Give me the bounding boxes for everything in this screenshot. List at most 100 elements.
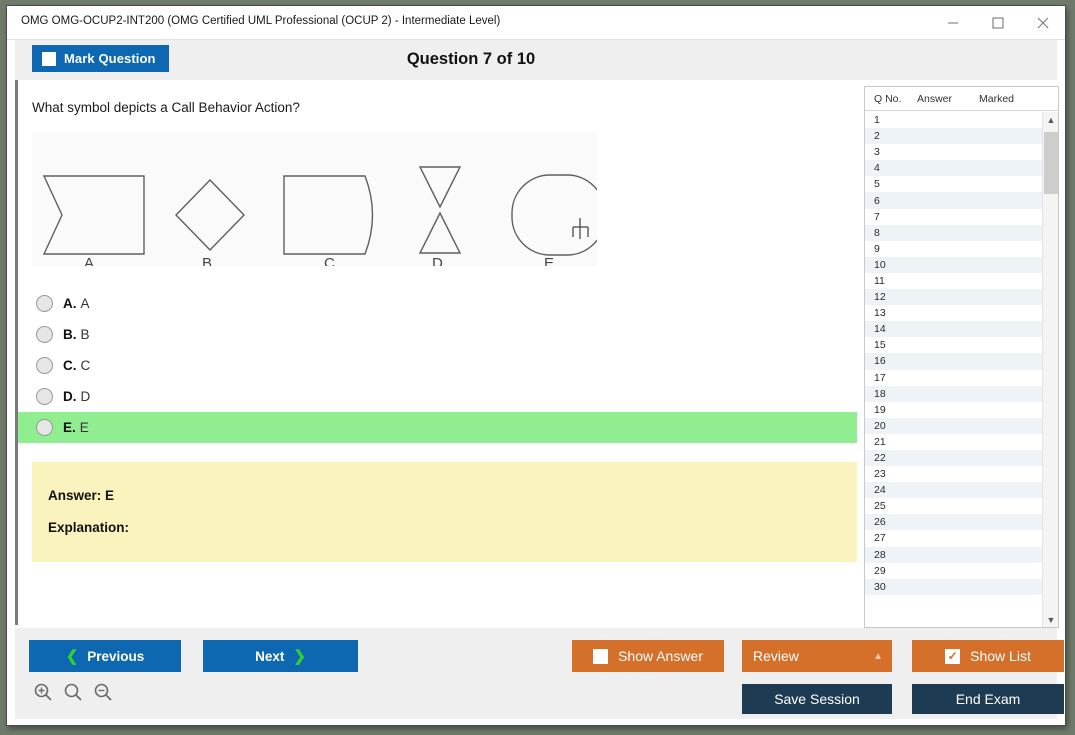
zoom-in-icon[interactable] bbox=[33, 682, 53, 702]
question-list-row[interactable]: 11 bbox=[865, 273, 1043, 289]
question-list-row[interactable]: 16 bbox=[865, 353, 1043, 369]
option-d-text: D bbox=[81, 389, 91, 404]
option-row-c[interactable]: C. C bbox=[18, 350, 857, 381]
radio-d-icon[interactable] bbox=[36, 388, 53, 405]
question-list-row[interactable]: 8 bbox=[865, 225, 1043, 241]
question-list-scrollbar[interactable]: ▲ ▼ bbox=[1042, 112, 1058, 628]
question-list-row-number: 28 bbox=[865, 549, 917, 561]
question-list-row-number: 8 bbox=[865, 227, 917, 239]
question-list-row[interactable]: 29 bbox=[865, 563, 1043, 579]
explanation-line: Explanation: bbox=[48, 520, 857, 535]
radio-b-icon[interactable] bbox=[36, 326, 53, 343]
close-button[interactable] bbox=[1020, 6, 1065, 39]
question-list-row[interactable]: 23 bbox=[865, 466, 1043, 482]
answer-options-list: A. A B. B C. C D. D E. E bbox=[18, 288, 857, 443]
question-list-row[interactable]: 14 bbox=[865, 321, 1043, 337]
radio-c-icon[interactable] bbox=[36, 357, 53, 374]
question-list-row[interactable]: 6 bbox=[865, 192, 1043, 208]
option-row-a[interactable]: A. A bbox=[18, 288, 857, 319]
question-list-row[interactable]: 12 bbox=[865, 289, 1043, 305]
scrollbar-thumb[interactable] bbox=[1044, 132, 1058, 194]
question-list-row[interactable]: 1 bbox=[865, 112, 1043, 128]
question-list-row[interactable]: 20 bbox=[865, 418, 1043, 434]
save-session-button[interactable]: Save Session bbox=[742, 684, 892, 714]
question-list-row[interactable]: 13 bbox=[865, 305, 1043, 321]
answer-line: Answer: E bbox=[48, 488, 857, 503]
option-c-text: C bbox=[81, 358, 91, 373]
question-list-row-number: 15 bbox=[865, 339, 917, 351]
exam-header-bar: Mark Question Question 7 of 10 bbox=[15, 40, 1057, 80]
question-list-row-number: 12 bbox=[865, 291, 917, 303]
question-list-row[interactable]: 25 bbox=[865, 498, 1043, 514]
question-list-row[interactable]: 7 bbox=[865, 209, 1043, 225]
question-list-row[interactable]: 27 bbox=[865, 530, 1043, 546]
symbol-a-label: A. bbox=[84, 255, 98, 266]
question-list-row[interactable]: 17 bbox=[865, 370, 1043, 386]
question-list-row[interactable]: 24 bbox=[865, 482, 1043, 498]
question-list-row[interactable]: 4 bbox=[865, 160, 1043, 176]
show-list-button[interactable]: ✓ Show List bbox=[912, 640, 1064, 672]
maximize-icon bbox=[992, 17, 1004, 29]
minimize-button[interactable] bbox=[930, 6, 975, 39]
chevron-left-icon: ❮ bbox=[66, 649, 79, 664]
question-list-row[interactable]: 18 bbox=[865, 386, 1043, 402]
question-list-row-number: 19 bbox=[865, 404, 917, 416]
question-list-row-number: 18 bbox=[865, 388, 917, 400]
next-button[interactable]: Next ❯ bbox=[203, 640, 358, 672]
question-list-row[interactable]: 3 bbox=[865, 144, 1043, 160]
question-list-row-number: 24 bbox=[865, 484, 917, 496]
option-row-b[interactable]: B. B bbox=[18, 319, 857, 350]
symbol-e-shape bbox=[512, 175, 597, 255]
minimize-icon bbox=[947, 17, 959, 29]
question-list-row[interactable]: 5 bbox=[865, 176, 1043, 192]
show-list-checkbox-icon[interactable]: ✓ bbox=[945, 649, 960, 664]
question-list-row-number: 1 bbox=[865, 114, 917, 126]
zoom-reset-icon[interactable] bbox=[63, 682, 83, 702]
radio-e-icon[interactable] bbox=[36, 419, 53, 436]
answer-explanation-box: Answer: E Explanation: bbox=[32, 462, 857, 562]
question-list-row[interactable]: 2 bbox=[865, 128, 1043, 144]
option-a-text: A bbox=[81, 296, 90, 311]
radio-a-icon[interactable] bbox=[36, 295, 53, 312]
question-list-header: Q No. Answer Marked bbox=[865, 87, 1058, 111]
question-counter: Question 7 of 10 bbox=[15, 50, 1057, 69]
close-icon bbox=[1037, 17, 1049, 29]
question-list-row[interactable]: 30 bbox=[865, 579, 1043, 595]
question-list-row-number: 11 bbox=[865, 275, 917, 287]
question-list-row[interactable]: 10 bbox=[865, 257, 1043, 273]
question-list-row[interactable]: 19 bbox=[865, 402, 1043, 418]
question-list-row[interactable]: 9 bbox=[865, 241, 1043, 257]
question-list-row[interactable]: 15 bbox=[865, 337, 1043, 353]
question-text: What symbol depicts a Call Behavior Acti… bbox=[32, 100, 300, 115]
review-dropdown[interactable]: Review ▲ bbox=[742, 640, 892, 672]
option-row-e[interactable]: E. E bbox=[18, 412, 857, 443]
maximize-button[interactable] bbox=[975, 6, 1020, 39]
save-session-label: Save Session bbox=[774, 691, 860, 707]
show-answer-checkbox-icon[interactable] bbox=[593, 649, 608, 664]
question-list-row[interactable]: 26 bbox=[865, 514, 1043, 530]
question-figure: A. B. C. D. E. bbox=[32, 131, 597, 266]
option-row-d[interactable]: D. D bbox=[18, 381, 857, 412]
zoom-out-icon[interactable] bbox=[93, 682, 113, 702]
question-list-row-number: 6 bbox=[865, 195, 917, 207]
show-answer-button[interactable]: Show Answer bbox=[572, 640, 724, 672]
review-label: Review bbox=[753, 648, 799, 664]
chevron-right-icon: ❯ bbox=[293, 649, 306, 664]
symbol-e-label: E. bbox=[544, 255, 558, 266]
previous-button[interactable]: ❮ Previous bbox=[29, 640, 181, 672]
scroll-up-arrow-icon[interactable]: ▲ bbox=[1043, 112, 1059, 128]
column-header-answer: Answer bbox=[917, 93, 979, 105]
symbol-c-label: C. bbox=[324, 255, 339, 266]
end-exam-button[interactable]: End Exam bbox=[912, 684, 1064, 714]
column-header-qno: Q No. bbox=[865, 93, 917, 105]
show-answer-label: Show Answer bbox=[618, 648, 703, 664]
question-list-row[interactable]: 22 bbox=[865, 450, 1043, 466]
uml-symbols-diagram: A. B. C. D. E. bbox=[32, 131, 597, 266]
question-list-row-number: 5 bbox=[865, 178, 917, 190]
question-list-body[interactable]: 1234567891011121314151617181920212223242… bbox=[865, 112, 1043, 628]
question-list-row-number: 25 bbox=[865, 500, 917, 512]
scroll-down-arrow-icon[interactable]: ▼ bbox=[1043, 612, 1059, 628]
question-list-row[interactable]: 21 bbox=[865, 434, 1043, 450]
symbol-d-bottom-triangle bbox=[420, 213, 460, 253]
question-list-row[interactable]: 28 bbox=[865, 547, 1043, 563]
